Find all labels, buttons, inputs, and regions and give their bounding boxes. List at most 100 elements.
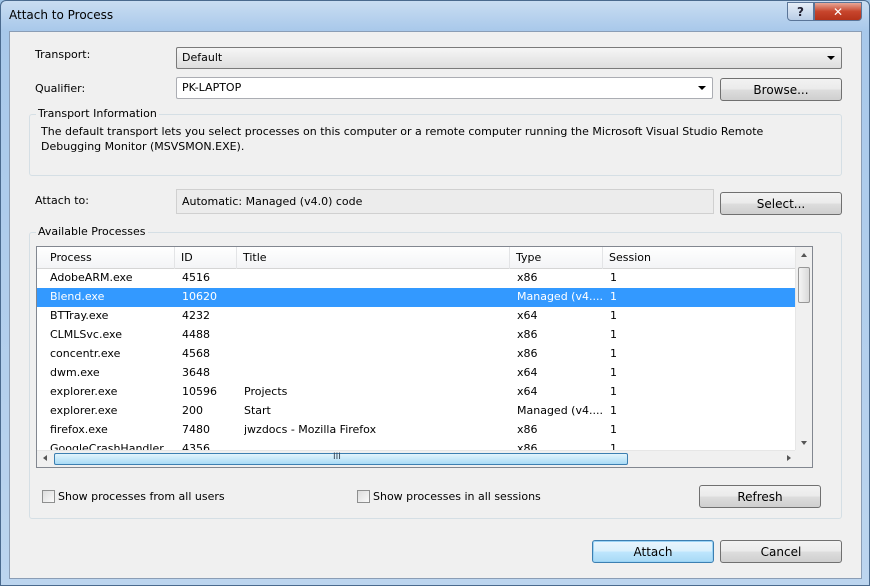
- cell-session: 1: [610, 309, 617, 322]
- cell-process: Blend.exe: [50, 290, 105, 303]
- scroll-corner: [795, 450, 812, 467]
- help-button[interactable]: ?: [787, 2, 814, 21]
- qualifier-label: Qualifier:: [35, 82, 86, 95]
- qualifier-value: PK-LAPTOP: [182, 81, 242, 94]
- cell-process: CLMLSvc.exe: [50, 328, 122, 341]
- cell-id: 200: [182, 404, 203, 417]
- available-processes-title: Available Processes: [36, 225, 148, 238]
- select-button[interactable]: Select...: [720, 192, 842, 215]
- cell-session: 1: [610, 423, 617, 436]
- close-icon: ✕: [832, 4, 844, 19]
- cell-type: x64: [517, 385, 538, 398]
- qualifier-combobox[interactable]: PK-LAPTOP: [176, 77, 713, 99]
- cancel-button[interactable]: Cancel: [720, 540, 842, 563]
- attach-button-label: Attach: [633, 544, 673, 559]
- column-header-id[interactable]: ID: [175, 247, 237, 269]
- horizontal-scroll-thumb[interactable]: III: [54, 452, 628, 465]
- cell-id: 10620: [182, 290, 217, 303]
- transport-info-text: The default transport lets you select pr…: [41, 125, 764, 153]
- scroll-grip: III: [333, 452, 341, 462]
- cell-session: 1: [610, 328, 617, 341]
- table-row[interactable]: firefox.exe 7480 jwzdocs - Mozilla Firefox…: [37, 421, 797, 440]
- cell-process: AdobeARM.exe: [50, 271, 133, 284]
- chevron-down-icon: [827, 56, 835, 60]
- table-row[interactable]: explorer.exe 10596 Projects x64 1: [37, 383, 797, 402]
- cell-session: 1: [610, 404, 617, 417]
- cell-id: 3648: [182, 366, 210, 379]
- transport-dropdown[interactable]: Default: [176, 47, 842, 69]
- attach-button[interactable]: Attach: [592, 540, 714, 563]
- show-all-users-label[interactable]: Show processes from all users: [58, 490, 225, 503]
- cell-process: explorer.exe: [50, 404, 118, 417]
- horizontal-scrollbar[interactable]: III: [37, 450, 797, 467]
- scroll-down-icon[interactable]: [801, 441, 807, 445]
- cell-id: 4232: [182, 309, 210, 322]
- attach-to-field: Automatic: Managed (v4.0) code: [176, 189, 714, 214]
- scroll-up-icon[interactable]: [801, 253, 807, 257]
- table-row[interactable]: concentr.exe 4568 x86 1: [37, 345, 797, 364]
- chevron-down-icon[interactable]: [698, 86, 706, 90]
- cell-id: 4516: [182, 271, 210, 284]
- table-row[interactable]: Blend.exe 10620 Managed (v4.... 1: [37, 288, 797, 307]
- window-title: Attach to Process: [9, 8, 114, 22]
- cell-title: Projects: [244, 385, 288, 398]
- cell-id: 7480: [182, 423, 210, 436]
- column-header-type[interactable]: Type: [510, 247, 603, 269]
- transport-label: Transport:: [35, 48, 91, 61]
- cell-session: 1: [610, 385, 617, 398]
- cell-type: x86: [517, 423, 538, 436]
- table-row[interactable]: BTTray.exe 4232 x64 1: [37, 307, 797, 326]
- refresh-button-label: Refresh: [737, 489, 783, 504]
- cell-session: 1: [610, 290, 617, 303]
- cell-title: Start: [244, 404, 271, 417]
- browse-button[interactable]: Browse...: [720, 78, 842, 101]
- cell-type: Managed (v4....: [517, 404, 603, 417]
- table-row[interactable]: AdobeARM.exe 4516 x86 1: [37, 269, 797, 288]
- scroll-right-icon[interactable]: [787, 455, 791, 461]
- cell-type: x64: [517, 309, 538, 322]
- cell-session: 1: [610, 366, 617, 379]
- cell-process: dwm.exe: [50, 366, 100, 379]
- cell-process: concentr.exe: [50, 347, 121, 360]
- table-row[interactable]: explorer.exe 200 Start Managed (v4.... 1: [37, 402, 797, 421]
- cell-process: firefox.exe: [50, 423, 108, 436]
- column-header-process[interactable]: Process: [44, 247, 175, 269]
- dialog-body: Transport: Default Qualifier: PK-LAPTOP …: [9, 31, 862, 579]
- process-list[interactable]: Process ID Title Type Session AdobeARM.e…: [36, 246, 813, 468]
- refresh-button[interactable]: Refresh: [699, 485, 821, 508]
- table-row[interactable]: CLMLSvc.exe 4488 x86 1: [37, 326, 797, 345]
- column-header-session[interactable]: Session: [603, 247, 797, 269]
- close-button[interactable]: ✕: [814, 2, 862, 21]
- cell-session: 1: [610, 271, 617, 284]
- cell-type: x86: [517, 271, 538, 284]
- table-row[interactable]: dwm.exe 3648 x64 1: [37, 364, 797, 383]
- help-icon: ?: [797, 4, 804, 19]
- cell-type: x86: [517, 347, 538, 360]
- cell-session: 1: [610, 347, 617, 360]
- cell-id: 4568: [182, 347, 210, 360]
- scroll-left-icon[interactable]: [43, 455, 47, 461]
- cell-id: 10596: [182, 385, 217, 398]
- transport-info-title: Transport Information: [36, 107, 159, 120]
- browse-button-label: Browse...: [753, 82, 809, 97]
- show-all-sessions-checkbox[interactable]: [357, 490, 370, 503]
- attach-to-value: Automatic: Managed (v4.0) code: [182, 195, 363, 208]
- process-list-header: Process ID Title Type Session: [37, 247, 797, 269]
- attach-to-label: Attach to:: [35, 194, 89, 207]
- title-bar[interactable]: Attach to Process ? ✕: [1, 1, 869, 29]
- cell-type: x64: [517, 366, 538, 379]
- column-header-title[interactable]: Title: [237, 247, 510, 269]
- cell-type: x86: [517, 328, 538, 341]
- cancel-button-label: Cancel: [760, 544, 802, 559]
- show-all-users-checkbox[interactable]: [42, 490, 55, 503]
- cell-type: Managed (v4....: [517, 290, 603, 303]
- cell-process: BTTray.exe: [50, 309, 109, 322]
- select-button-label: Select...: [756, 196, 806, 211]
- show-all-sessions-label[interactable]: Show processes in all sessions: [373, 490, 541, 503]
- cell-process: explorer.exe: [50, 385, 118, 398]
- cell-title: jwzdocs - Mozilla Firefox: [244, 423, 377, 436]
- vertical-scrollbar[interactable]: [795, 247, 812, 451]
- cell-id: 4488: [182, 328, 210, 341]
- vertical-scroll-thumb[interactable]: [798, 267, 810, 303]
- transport-value: Default: [182, 51, 223, 64]
